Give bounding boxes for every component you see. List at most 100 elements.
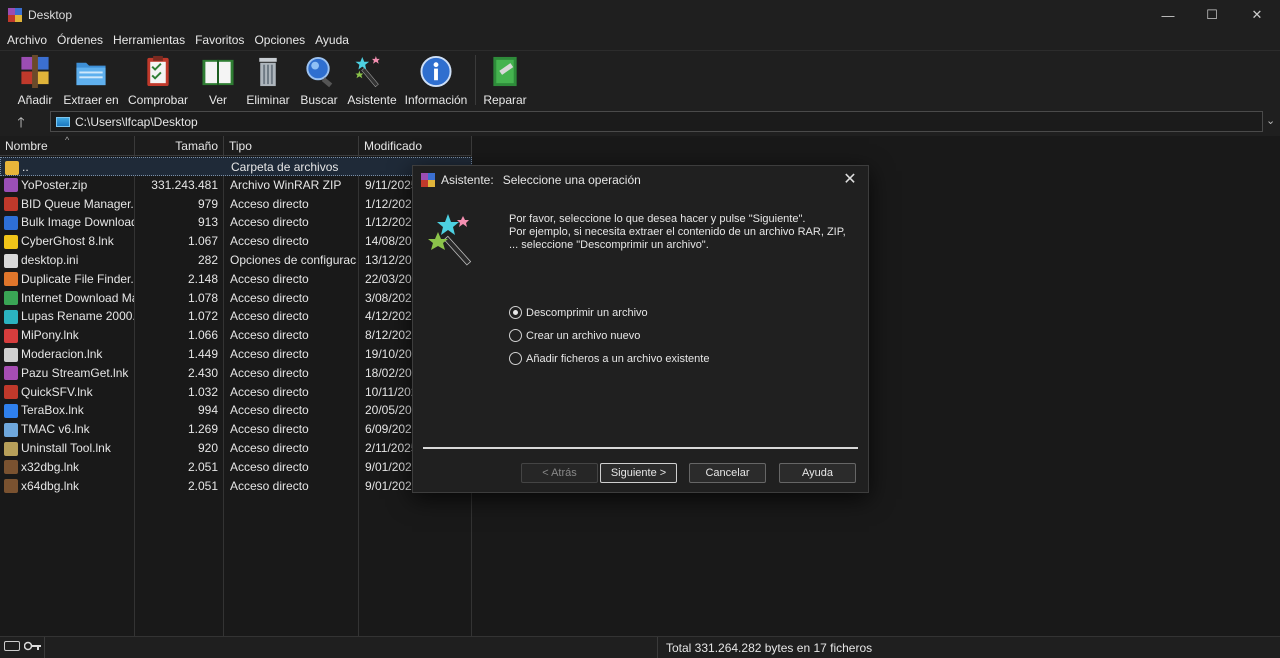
menu-favoritos[interactable]: Favoritos	[190, 33, 249, 47]
file-modified: 20/05/2025	[365, 403, 413, 418]
option-extract-archive[interactable]: Descomprimir un archivo	[509, 306, 648, 319]
status-separator	[657, 637, 658, 658]
radio-button[interactable]	[509, 352, 522, 365]
file-name: TMAC v6.lnk	[21, 422, 90, 437]
file-row[interactable]: x64dbg.lnk 2.051 Acceso directo 9/01/2025	[0, 477, 472, 496]
address-field[interactable]: C:\Users\lfcap\Desktop	[50, 111, 1263, 132]
file-row[interactable]: Duplicate File Finder.lnk 2.148 Acceso dir…	[0, 270, 472, 289]
address-dropdown-chevron-icon[interactable]: ⌄	[1266, 114, 1275, 127]
info-button[interactable]: Información	[404, 53, 468, 107]
option-add-to-archive[interactable]: Añadir ficheros a un archivo existente	[509, 352, 709, 365]
file-name-cell: TMAC v6.lnk	[4, 420, 134, 439]
view-label: Ver	[208, 93, 227, 107]
file-name: MiPony.lnk	[21, 328, 79, 343]
file-type: Acceso directo	[230, 365, 309, 380]
file-size: 994	[197, 403, 218, 418]
file-row[interactable]: QuickSFV.lnk 1.032 Acceso directo 10/11/202…	[0, 383, 472, 402]
column-name[interactable]: Nombre ^	[0, 135, 135, 156]
maximize-button[interactable]: ☐	[1189, 0, 1235, 30]
file-type: Acceso directo	[230, 384, 309, 399]
terabox-icon	[4, 403, 18, 418]
file-name-cell: x32dbg.lnk	[4, 458, 134, 477]
file-row[interactable]: YoPoster.zip 331.243.481 Archivo WinRAR ZI…	[0, 176, 472, 195]
mipony-icon	[4, 328, 18, 343]
file-name-cell: BID Queue Manager.lnk	[4, 195, 134, 214]
status-bar: Total 331.264.282 bytes en 17 ficheros	[0, 636, 1280, 658]
dialog-close-button[interactable]: ✕	[840, 170, 860, 190]
wizard-button[interactable]: Asistente	[347, 53, 397, 107]
delete-trash-icon	[259, 57, 277, 87]
find-button[interactable]: Buscar	[299, 53, 339, 107]
wizard-wand-icon	[428, 214, 472, 266]
repair-button[interactable]: Reparar	[483, 53, 527, 107]
menu-ayuda[interactable]: Ayuda	[310, 33, 354, 47]
file-type: Acceso directo	[230, 234, 309, 249]
radio-button[interactable]	[509, 306, 522, 319]
cancel-button[interactable]: Cancelar	[689, 463, 766, 483]
winrar-logo-icon	[421, 173, 435, 187]
file-name-cell: YoPoster.zip	[4, 176, 134, 195]
file-row[interactable]: BID Queue Manager.lnk 979 Acceso directo 1/…	[0, 195, 472, 214]
add-button[interactable]: Añadir	[16, 53, 54, 107]
file-name-cell: MiPony.lnk	[4, 326, 134, 345]
uninstall-tool-icon	[4, 441, 18, 456]
file-row[interactable]: Bulk Image Downloader.lnk 913 Acceso direc…	[0, 213, 472, 232]
radio-button[interactable]	[509, 329, 522, 342]
tmac-icon	[4, 422, 18, 437]
view-button[interactable]: Ver	[198, 53, 238, 107]
file-row[interactable]: MiPony.lnk 1.066 Acceso directo 8/12/2025	[0, 326, 472, 345]
file-modified: 1/12/2025	[365, 215, 413, 230]
next-button[interactable]: Siguiente >	[600, 463, 677, 483]
file-name: BID Queue Manager.lnk	[21, 196, 134, 211]
file-name-cell: Uninstall Tool.lnk	[4, 439, 134, 458]
file-row[interactable]: TeraBox.lnk 994 Acceso directo 20/05/2025	[0, 401, 472, 420]
dialog-title-bar: Asistente: Seleccione una operación ✕	[413, 166, 868, 194]
file-size: 1.032	[187, 384, 218, 399]
extract-to-button[interactable]: Extraer en	[63, 53, 119, 107]
file-modified: 4/12/2025	[365, 309, 413, 324]
back-button[interactable]: < Atrás	[521, 463, 598, 483]
file-name-cell: x64dbg.lnk	[4, 477, 134, 496]
cyberghost-icon	[4, 234, 18, 249]
minimize-button[interactable]: —	[1145, 0, 1191, 30]
test-label: Comprobar	[127, 93, 189, 107]
dialog-title-prefix: Asistente:	[441, 173, 494, 187]
file-row[interactable]: .. Carpeta de archivos	[0, 157, 472, 176]
column-modified[interactable]: Modificado	[359, 136, 472, 156]
key-icon[interactable]	[24, 641, 42, 651]
file-type: Acceso directo	[230, 328, 309, 343]
menu-herramientas[interactable]: Herramientas	[108, 33, 190, 47]
test-button[interactable]: Comprobar	[127, 53, 189, 107]
file-size: 1.066	[187, 328, 218, 343]
file-row[interactable]: Internet Download Manager.lnk 1.078 Acceso…	[0, 289, 472, 308]
file-row[interactable]: Pazu StreamGet.lnk 2.430 Acceso directo 18/…	[0, 364, 472, 383]
file-row[interactable]: TMAC v6.lnk 1.269 Acceso directo 6/09/2025	[0, 420, 472, 439]
x64dbg-icon	[4, 479, 18, 494]
file-row[interactable]: x32dbg.lnk 2.051 Acceso directo 9/01/2025	[0, 458, 472, 477]
address-path: C:\Users\lfcap\Desktop	[75, 114, 198, 129]
menu-archivo[interactable]: Archivo	[2, 33, 52, 47]
up-folder-button[interactable]: 🡑	[10, 112, 32, 132]
wizard-wand-icon	[355, 55, 380, 88]
file-row[interactable]: Lupas Rename 2000.lnk 1.072 Acceso directo…	[0, 307, 472, 326]
menu-opciones[interactable]: Opciones	[249, 33, 310, 47]
file-modified: 10/11/2025	[365, 384, 413, 399]
close-window-button[interactable]: ✕	[1234, 0, 1280, 30]
file-size: 1.072	[187, 309, 218, 324]
option-create-archive[interactable]: Crear un archivo nuevo	[509, 329, 640, 342]
file-row[interactable]: Uninstall Tool.lnk 920 Acceso directo 2/11/…	[0, 439, 472, 458]
file-row[interactable]: CyberGhost 8.lnk 1.067 Acceso directo 14/08…	[0, 232, 472, 251]
pazu-icon	[4, 366, 18, 381]
file-name-cell: Bulk Image Downloader.lnk	[4, 213, 134, 232]
test-clipboard-icon	[147, 55, 169, 87]
column-size[interactable]: Tamaño	[135, 136, 224, 156]
column-type[interactable]: Tipo	[224, 136, 359, 156]
file-name: Duplicate File Finder.lnk	[21, 271, 134, 286]
delete-button[interactable]: Eliminar	[246, 53, 290, 107]
help-button[interactable]: Ayuda	[779, 463, 856, 483]
dialog-intro-text: Por favor, seleccione lo que desea hacer…	[509, 213, 849, 252]
drive-icon[interactable]	[4, 641, 20, 651]
file-row[interactable]: Moderacion.lnk 1.449 Acceso directo 19/10/2…	[0, 345, 472, 364]
file-row[interactable]: desktop.ini 282 Opciones de configuración 1…	[0, 251, 472, 270]
menu-ordenes[interactable]: Órdenes	[52, 33, 108, 47]
